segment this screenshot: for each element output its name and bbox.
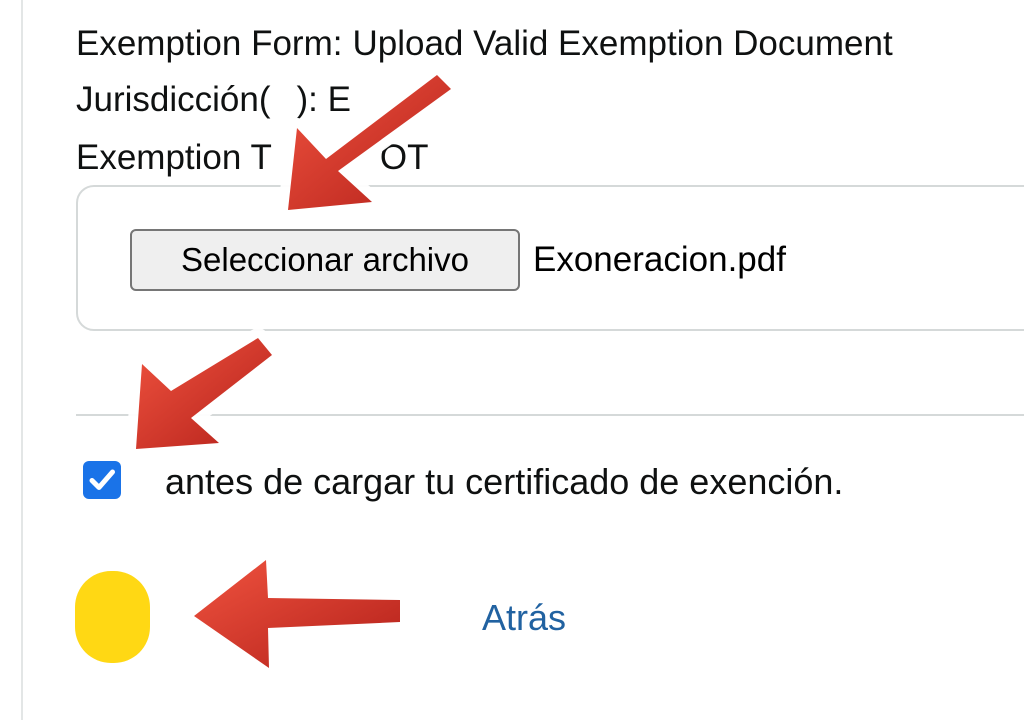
agreement-checkbox[interactable]: [83, 461, 121, 499]
jurisdiction-label: Jurisdicción(: [76, 80, 271, 119]
exemption-type-value: OT: [379, 138, 429, 177]
exemption-form-label: Exemption Form:: [76, 24, 343, 63]
left-border: [21, 0, 23, 720]
exemption-form-value: Upload Valid Exemption Document: [352, 24, 893, 63]
exemption-form-row: Exemption Form: Upload Valid Exemption Do…: [76, 24, 893, 64]
exemption-type-row: Exemption T OT: [76, 138, 428, 178]
selected-file-name: Exoneracion.pdf: [533, 240, 786, 279]
choose-file-button[interactable]: Seleccionar archivo: [130, 229, 520, 291]
jurisdiction-value: ): E: [296, 80, 351, 119]
submit-button[interactable]: [75, 571, 150, 663]
section-divider: [76, 414, 1024, 416]
red-arrow-icon: [126, 328, 282, 459]
check-icon: [89, 469, 115, 490]
back-link[interactable]: Atrás: [482, 596, 566, 640]
jurisdiction-row: Jurisdicción( ): E: [76, 80, 351, 120]
agreement-label: antes de cargar tu certificado de exenci…: [165, 461, 844, 502]
exemption-upload-page: Exemption Form: Upload Valid Exemption Do…: [0, 0, 1024, 720]
exemption-type-label: Exemption T: [76, 138, 272, 177]
red-arrow-icon: [184, 550, 410, 678]
